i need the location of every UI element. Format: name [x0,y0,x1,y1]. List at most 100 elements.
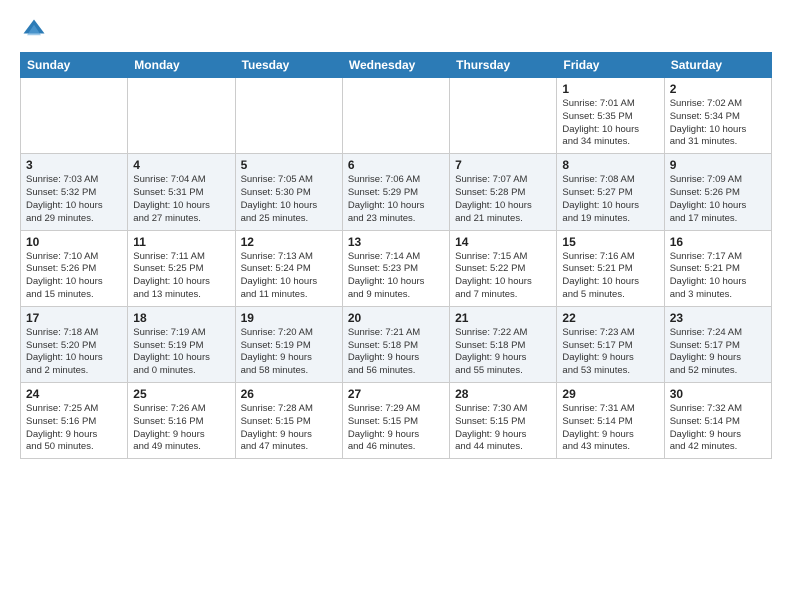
day-number: 7 [455,158,551,172]
calendar-cell: 19 Sunrise: 7:20 AM Sunset: 5:19 PM Dayli… [235,306,342,382]
calendar-cell: 3 Sunrise: 7:03 AM Sunset: 5:32 PM Daylig… [21,154,128,230]
day-info: Sunrise: 7:22 AM Sunset: 5:18 PM Dayligh… [455,327,551,378]
calendar-cell: 14Sunrise: 7:15 AM Sunset: 5:22 PM Dayli… [450,230,557,306]
day-info: Sunrise: 7:17 AM Sunset: 5:21 PM Dayligh… [670,251,766,302]
calendar-cell: 10 Sunrise: 7:10 AM Sunset: 5:26 PM Dayli… [21,230,128,306]
calendar-cell: 28 Sunrise: 7:30 AM Sunset: 5:15 PM Dayli… [450,383,557,459]
calendar-cell: 8 Sunrise: 7:08 AM Sunset: 5:27 PM Daylig… [557,154,664,230]
day-info: Sunrise: 7:09 AM Sunset: 5:26 PM Dayligh… [670,174,766,225]
calendar-cell [342,78,449,154]
day-number: 20 [348,311,444,325]
day-info: Sunrise: 7:04 AM Sunset: 5:31 PM Dayligh… [133,174,229,225]
day-number: 12 [241,235,337,249]
day-info: Sunrise: 7:30 AM Sunset: 5:15 PM Dayligh… [455,403,551,454]
calendar-cell: 27Sunrise: 7:29 AM Sunset: 5:15 PM Dayli… [342,383,449,459]
day-number: 17 [26,311,122,325]
header-monday: Monday [128,53,235,78]
logo [20,16,52,44]
calendar-cell: 5 Sunrise: 7:05 AM Sunset: 5:30 PM Daylig… [235,154,342,230]
header-saturday: Saturday [664,53,771,78]
calendar-week-2: 3 Sunrise: 7:03 AM Sunset: 5:32 PM Daylig… [21,154,772,230]
day-number: 1 [562,82,658,96]
day-number: 21 [455,311,551,325]
day-info: Sunrise: 7:01 AM Sunset: 5:35 PM Dayligh… [562,98,658,149]
calendar-cell: 21 Sunrise: 7:22 AM Sunset: 5:18 PM Dayli… [450,306,557,382]
logo-icon [20,16,48,44]
calendar-week-5: 24 Sunrise: 7:25 AM Sunset: 5:16 PM Dayli… [21,383,772,459]
calendar-cell: 24 Sunrise: 7:25 AM Sunset: 5:16 PM Dayli… [21,383,128,459]
calendar-cell: 15 Sunrise: 7:16 AM Sunset: 5:21 PM Dayli… [557,230,664,306]
calendar-cell: 6 Sunrise: 7:06 AM Sunset: 5:29 PM Daylig… [342,154,449,230]
day-info: Sunrise: 7:18 AM Sunset: 5:20 PM Dayligh… [26,327,122,378]
day-info: Sunrise: 7:28 AM Sunset: 5:15 PM Dayligh… [241,403,337,454]
calendar-cell: 16 Sunrise: 7:17 AM Sunset: 5:21 PM Dayli… [664,230,771,306]
day-info: Sunrise: 7:20 AM Sunset: 5:19 PM Dayligh… [241,327,337,378]
day-info: Sunrise: 7:06 AM Sunset: 5:29 PM Dayligh… [348,174,444,225]
day-info: Sunrise: 7:23 AM Sunset: 5:17 PM Dayligh… [562,327,658,378]
day-number: 24 [26,387,122,401]
day-info: Sunrise: 7:11 AM Sunset: 5:25 PM Dayligh… [133,251,229,302]
calendar-cell: 25Sunrise: 7:26 AM Sunset: 5:16 PM Dayli… [128,383,235,459]
calendar-cell: 1 Sunrise: 7:01 AM Sunset: 5:35 PM Daylig… [557,78,664,154]
day-info: Sunrise: 7:05 AM Sunset: 5:30 PM Dayligh… [241,174,337,225]
calendar-cell: 12Sunrise: 7:13 AM Sunset: 5:24 PM Dayli… [235,230,342,306]
day-info: Sunrise: 7:14 AM Sunset: 5:23 PM Dayligh… [348,251,444,302]
day-info: Sunrise: 7:25 AM Sunset: 5:16 PM Dayligh… [26,403,122,454]
calendar-cell: 9 Sunrise: 7:09 AM Sunset: 5:26 PM Daylig… [664,154,771,230]
page: Sunday Monday Tuesday Wednesday Thursday… [0,0,792,475]
day-number: 26 [241,387,337,401]
header-thursday: Thursday [450,53,557,78]
calendar-cell [235,78,342,154]
day-info: Sunrise: 7:29 AM Sunset: 5:15 PM Dayligh… [348,403,444,454]
day-number: 13 [348,235,444,249]
header-tuesday: Tuesday [235,53,342,78]
day-info: Sunrise: 7:15 AM Sunset: 5:22 PM Dayligh… [455,251,551,302]
calendar-week-4: 17 Sunrise: 7:18 AM Sunset: 5:20 PM Dayli… [21,306,772,382]
calendar-cell: 17 Sunrise: 7:18 AM Sunset: 5:20 PM Dayli… [21,306,128,382]
calendar-cell: 30 Sunrise: 7:32 AM Sunset: 5:14 PM Dayli… [664,383,771,459]
day-info: Sunrise: 7:24 AM Sunset: 5:17 PM Dayligh… [670,327,766,378]
calendar-table: Sunday Monday Tuesday Wednesday Thursday… [20,52,772,459]
day-info: Sunrise: 7:26 AM Sunset: 5:16 PM Dayligh… [133,403,229,454]
day-info: Sunrise: 7:16 AM Sunset: 5:21 PM Dayligh… [562,251,658,302]
day-number: 9 [670,158,766,172]
weekday-header-row: Sunday Monday Tuesday Wednesday Thursday… [21,53,772,78]
calendar-cell: 11Sunrise: 7:11 AM Sunset: 5:25 PM Dayli… [128,230,235,306]
calendar-cell [450,78,557,154]
day-number: 30 [670,387,766,401]
header [20,16,772,44]
calendar-week-1: 1 Sunrise: 7:01 AM Sunset: 5:35 PM Daylig… [21,78,772,154]
day-number: 15 [562,235,658,249]
day-info: Sunrise: 7:10 AM Sunset: 5:26 PM Dayligh… [26,251,122,302]
day-info: Sunrise: 7:02 AM Sunset: 5:34 PM Dayligh… [670,98,766,149]
day-number: 19 [241,311,337,325]
day-number: 18 [133,311,229,325]
day-info: Sunrise: 7:32 AM Sunset: 5:14 PM Dayligh… [670,403,766,454]
day-number: 10 [26,235,122,249]
header-friday: Friday [557,53,664,78]
calendar-cell: 29 Sunrise: 7:31 AM Sunset: 5:14 PM Dayli… [557,383,664,459]
calendar-cell: 20Sunrise: 7:21 AM Sunset: 5:18 PM Dayli… [342,306,449,382]
day-number: 16 [670,235,766,249]
day-number: 4 [133,158,229,172]
calendar-cell: 2 Sunrise: 7:02 AM Sunset: 5:34 PM Daylig… [664,78,771,154]
day-number: 28 [455,387,551,401]
day-info: Sunrise: 7:19 AM Sunset: 5:19 PM Dayligh… [133,327,229,378]
calendar-cell: 4 Sunrise: 7:04 AM Sunset: 5:31 PM Daylig… [128,154,235,230]
day-info: Sunrise: 7:08 AM Sunset: 5:27 PM Dayligh… [562,174,658,225]
day-number: 2 [670,82,766,96]
day-number: 22 [562,311,658,325]
calendar-cell: 26 Sunrise: 7:28 AM Sunset: 5:15 PM Dayli… [235,383,342,459]
day-number: 3 [26,158,122,172]
calendar-cell: 22 Sunrise: 7:23 AM Sunset: 5:17 PM Dayli… [557,306,664,382]
day-number: 29 [562,387,658,401]
day-number: 8 [562,158,658,172]
calendar-cell [128,78,235,154]
calendar-cell: 7 Sunrise: 7:07 AM Sunset: 5:28 PM Daylig… [450,154,557,230]
calendar-cell: 23Sunrise: 7:24 AM Sunset: 5:17 PM Dayli… [664,306,771,382]
day-number: 5 [241,158,337,172]
day-number: 6 [348,158,444,172]
day-info: Sunrise: 7:31 AM Sunset: 5:14 PM Dayligh… [562,403,658,454]
day-info: Sunrise: 7:03 AM Sunset: 5:32 PM Dayligh… [26,174,122,225]
day-info: Sunrise: 7:07 AM Sunset: 5:28 PM Dayligh… [455,174,551,225]
